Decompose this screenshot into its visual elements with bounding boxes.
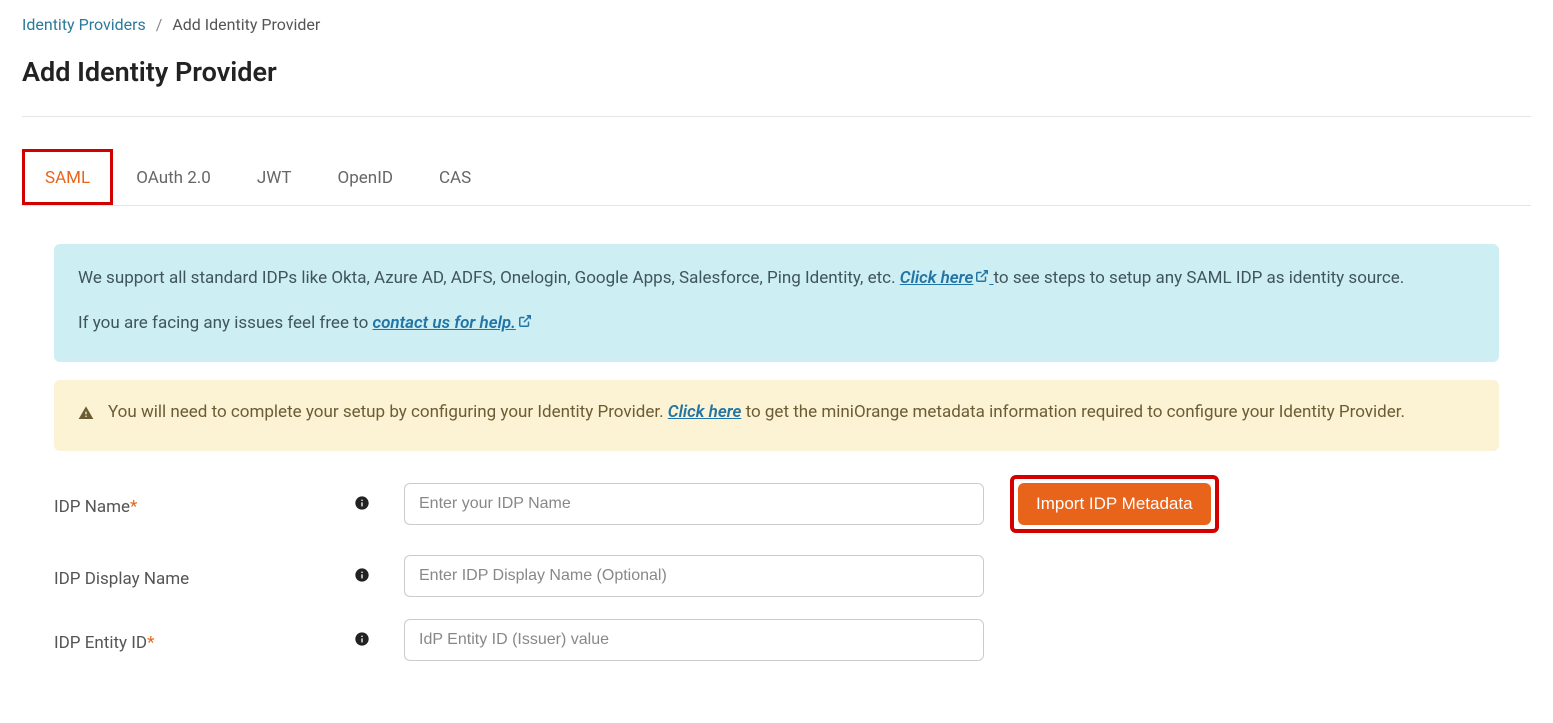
idp-entity-id-label: IDP Entity ID* [54,627,354,653]
import-idp-metadata-button[interactable]: Import IDP Metadata [1018,483,1211,525]
idp-entity-id-input[interactable] [404,619,984,661]
external-link-icon [518,309,532,338]
warn-text-a: You will need to complete your setup by … [108,402,668,422]
idp-display-name-label: IDP Display Name [54,563,354,589]
tab-jwt[interactable]: JWT [234,149,315,205]
breadcrumb-parent-link[interactable]: Identity Providers [22,15,146,34]
page-title: Add Identity Provider [22,56,1531,88]
warning-text: You will need to complete your setup by … [108,398,1405,427]
tab-cas[interactable]: CAS [416,149,494,205]
info-icon[interactable] [354,568,370,587]
title-divider [22,116,1531,117]
idp-display-name-label-text: IDP Display Name [54,569,189,589]
required-indicator: * [147,633,154,653]
warn-text-b: to get the miniOrange metadata informati… [746,402,1405,422]
info-text-1b: to see steps to setup any SAML IDP as id… [994,268,1405,288]
form-row-idp-display-name: IDP Display Name [54,555,1499,597]
breadcrumb: Identity Providers / Add Identity Provid… [22,15,1531,34]
idp-display-name-input[interactable] [404,555,984,597]
tab-saml[interactable]: SAML [22,149,113,205]
info-text-1a: We support all standard IDPs like Okta, … [78,268,900,288]
info-link-setup-steps[interactable]: Click here [900,268,994,288]
import-button-highlight: Import IDP Metadata [1010,475,1219,533]
warning-icon [78,402,94,431]
warn-link-metadata[interactable]: Click here [668,402,742,422]
info-icon[interactable] [354,632,370,651]
info-banner: We support all standard IDPs like Okta, … [54,244,1499,362]
tab-openid[interactable]: OpenID [315,149,416,205]
info-link-contact-help-label: contact us for help. [373,313,516,333]
info-banner-line2: If you are facing any issues feel free t… [78,309,1475,338]
form-row-idp-name: IDP Name* Import IDP Metadata [54,475,1499,533]
idp-name-input[interactable] [404,483,984,525]
external-link-icon [975,264,989,293]
protocol-tabs: SAML OAuth 2.0 JWT OpenID CAS [22,149,1531,206]
breadcrumb-current: Add Identity Provider [172,15,320,34]
idp-name-label-text: IDP Name [54,497,130,517]
breadcrumb-separator: / [156,15,163,34]
info-icon[interactable] [354,496,370,515]
form-row-idp-entity-id: IDP Entity ID* [54,619,1499,661]
info-banner-line1: We support all standard IDPs like Okta, … [78,264,1475,293]
idp-entity-id-label-text: IDP Entity ID [54,633,147,653]
tab-oauth[interactable]: OAuth 2.0 [113,149,234,205]
info-link-contact-help[interactable]: contact us for help. [373,313,532,333]
warning-banner: You will need to complete your setup by … [54,380,1499,451]
tab-content: We support all standard IDPs like Okta, … [22,206,1531,661]
idp-name-label: IDP Name* [54,491,354,517]
required-indicator: * [130,497,137,517]
info-link-setup-steps-label: Click here [900,268,974,288]
info-text-2a: If you are facing any issues feel free t… [78,313,373,333]
